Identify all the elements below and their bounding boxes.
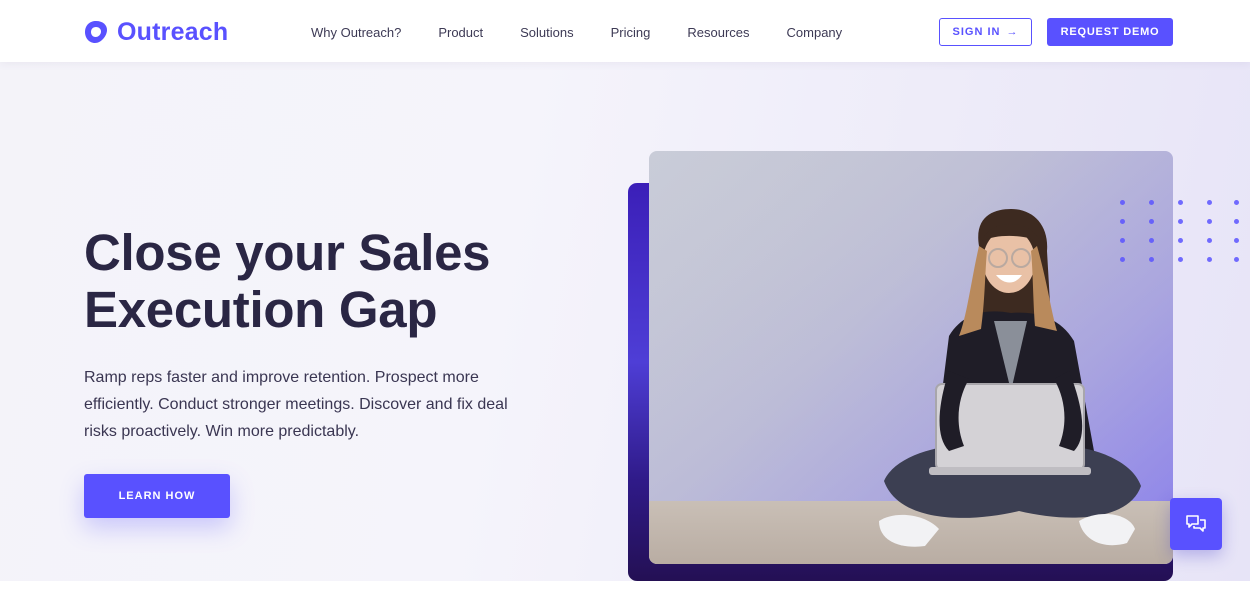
dot	[1120, 257, 1125, 262]
request-demo-label: REQUEST DEMO	[1060, 26, 1160, 38]
nav-item-company[interactable]: Company	[787, 25, 843, 40]
hero-title-line-2: Execution Gap	[84, 281, 438, 338]
nav-item-pricing[interactable]: Pricing	[611, 25, 651, 40]
dot	[1207, 238, 1212, 243]
dot	[1149, 200, 1154, 205]
dot	[1234, 238, 1239, 243]
outreach-logo-icon	[85, 21, 107, 43]
dot	[1234, 219, 1239, 224]
dot	[1207, 200, 1212, 205]
decorative-dot-grid	[1120, 200, 1250, 266]
dot	[1149, 219, 1154, 224]
site-header: Outreach Why Outreach? Product Solutions…	[0, 0, 1250, 62]
hero-subtitle-line-2: efficiently. Conduct stronger meetings. …	[84, 396, 508, 413]
nav-item-product[interactable]: Product	[438, 25, 483, 40]
dot	[1149, 238, 1154, 243]
nav-item-resources[interactable]: Resources	[687, 25, 749, 40]
sign-in-label: SIGN IN	[952, 26, 1001, 38]
woman-with-laptop-illustration	[649, 151, 1173, 564]
dot	[1234, 257, 1239, 262]
dot	[1120, 238, 1125, 243]
chat-bubbles-icon	[1186, 515, 1206, 532]
dot	[1207, 219, 1212, 224]
brand-name: Outreach	[117, 17, 229, 46]
arrow-right-icon: →	[1006, 26, 1019, 38]
main-nav: Why Outreach? Product Solutions Pricing …	[311, 25, 842, 40]
nav-item-why-outreach[interactable]: Why Outreach?	[311, 25, 401, 40]
dot	[1234, 200, 1239, 205]
hero-subtitle-line-1: Ramp reps faster and improve retention. …	[84, 369, 479, 386]
dot	[1120, 219, 1125, 224]
dot	[1178, 200, 1183, 205]
hero-subtitle-line-3: risks proactively. Win more predictably.	[84, 423, 360, 440]
dot	[1178, 257, 1183, 262]
brand-logo[interactable]: Outreach	[83, 17, 228, 47]
dot	[1207, 257, 1212, 262]
hero-title: Close your Sales Execution Gap	[84, 224, 564, 338]
dot	[1149, 257, 1154, 262]
hero-title-line-1: Close your Sales	[84, 224, 491, 281]
chat-launcher-button[interactable]	[1170, 498, 1222, 550]
hero-section: Close your Sales Execution Gap Ramp reps…	[0, 62, 1250, 581]
learn-how-button[interactable]: LEARN HOW	[84, 474, 230, 518]
dot	[1178, 238, 1183, 243]
sign-in-button[interactable]: SIGN IN →	[939, 18, 1032, 46]
hero-subtitle: Ramp reps faster and improve retention. …	[84, 364, 544, 445]
dot	[1120, 200, 1125, 205]
nav-item-solutions[interactable]: Solutions	[520, 25, 573, 40]
hero-photo	[649, 151, 1173, 564]
request-demo-button[interactable]: REQUEST DEMO	[1047, 18, 1173, 46]
dot	[1178, 219, 1183, 224]
learn-how-label: LEARN HOW	[118, 490, 196, 502]
